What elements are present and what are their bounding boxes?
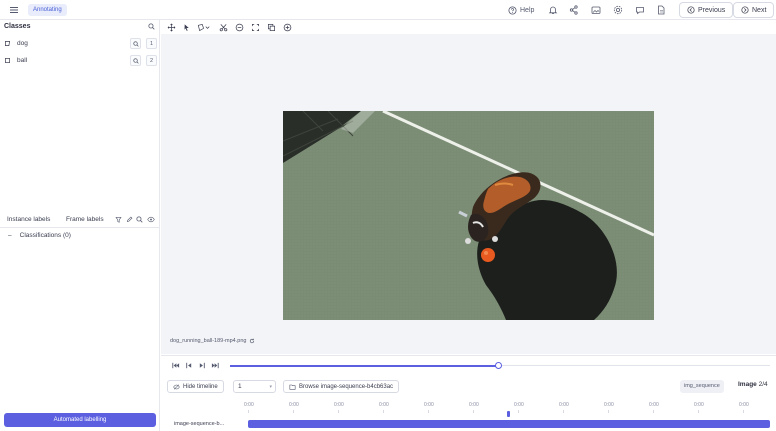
previous-frame-icon[interactable] bbox=[184, 361, 193, 370]
help-label: Help bbox=[520, 6, 535, 14]
classifications-row[interactable]: – Classifications (0) bbox=[8, 232, 71, 239]
chat-icon[interactable] bbox=[634, 4, 646, 16]
frame-image[interactable] bbox=[283, 111, 654, 320]
seek-bar-filled[interactable] bbox=[230, 365, 498, 367]
sequence-track-bar[interactable] bbox=[248, 420, 770, 428]
eye-off-icon bbox=[173, 383, 180, 390]
mode-badge[interactable]: Annotating bbox=[28, 4, 67, 16]
zoom-in-icon[interactable] bbox=[283, 23, 292, 32]
timeline-tick-mark bbox=[518, 410, 519, 413]
seek-handle[interactable] bbox=[495, 362, 502, 369]
seek-bar-track[interactable] bbox=[498, 365, 770, 366]
search-icon[interactable] bbox=[130, 55, 141, 66]
pencil-icon[interactable] bbox=[126, 216, 133, 223]
hide-timeline-button[interactable]: Hide timeline bbox=[167, 380, 224, 393]
timeline-tick-mark bbox=[698, 410, 699, 413]
timeline-tick-label: 0:00 bbox=[559, 402, 569, 408]
class-label: dog bbox=[17, 39, 28, 47]
timeline-tick-mark bbox=[653, 410, 654, 413]
fit-screen-icon[interactable] bbox=[251, 23, 260, 32]
bounding-box-icon bbox=[5, 57, 10, 63]
hotkey-badge: 2 bbox=[146, 55, 157, 66]
track-label: image-sequence-b... bbox=[174, 421, 225, 427]
folder-icon bbox=[289, 384, 296, 390]
previous-button[interactable]: Previous bbox=[679, 2, 734, 18]
timeline-tick-mark bbox=[428, 410, 429, 413]
settings-icon[interactable] bbox=[612, 4, 624, 16]
timeline-tick-label: 0:00 bbox=[739, 402, 749, 408]
filename-text: dog_running_ball-189-mp4.png bbox=[170, 338, 247, 344]
tab-frame-labels[interactable]: Frame labels bbox=[66, 216, 104, 223]
polygon-tool-icon[interactable] bbox=[197, 23, 211, 32]
timeline-current-marker[interactable] bbox=[507, 411, 510, 417]
timeline-tick-mark bbox=[473, 410, 474, 413]
timeline-tick-label: 0:00 bbox=[424, 402, 434, 408]
classifications-label: Classifications (0) bbox=[19, 232, 71, 239]
timeline-tick-label: 0:00 bbox=[379, 402, 389, 408]
timeline-tick-label: 0:00 bbox=[244, 402, 254, 408]
classes-title: Classes bbox=[4, 23, 31, 30]
previous-label: Previous bbox=[698, 6, 726, 14]
browse-sequence-button[interactable]: Browse image-sequence-b4cb63ac bbox=[283, 380, 400, 393]
share-icon[interactable] bbox=[568, 4, 580, 16]
zoom-out-icon[interactable] bbox=[235, 23, 244, 32]
tab-instance-labels[interactable]: Instance labels bbox=[7, 216, 50, 223]
help-icon bbox=[508, 5, 517, 15]
next-label: Next bbox=[752, 6, 767, 14]
help-button[interactable]: Help bbox=[508, 4, 534, 16]
arrow-right-circle-icon bbox=[741, 6, 749, 14]
image-filename: dog_running_ball-189-mp4.png bbox=[170, 338, 255, 344]
timeline-tick-mark bbox=[563, 410, 564, 413]
class-label: ball bbox=[17, 56, 28, 64]
timeline-tick-mark bbox=[743, 410, 744, 413]
timeline-tick-mark bbox=[248, 410, 249, 413]
timeline-tick-mark bbox=[293, 410, 294, 413]
refresh-icon[interactable] bbox=[249, 338, 255, 344]
automated-labelling-button[interactable]: Automated labelling bbox=[4, 413, 156, 427]
timeline-tick-label: 0:00 bbox=[514, 402, 524, 408]
chevron-down-icon: ▾ bbox=[269, 384, 272, 390]
timeline-tick-label: 0:00 bbox=[334, 402, 344, 408]
polygon-icon bbox=[5, 40, 11, 46]
hotkey-badge: 1 bbox=[146, 38, 157, 49]
arrow-left-circle-icon bbox=[687, 6, 695, 14]
timeline-tick-mark bbox=[383, 410, 384, 413]
next-button[interactable]: Next bbox=[733, 2, 775, 18]
timeline-tick-mark bbox=[338, 410, 339, 413]
filter-icon[interactable] bbox=[115, 216, 122, 223]
dog-frame-picture bbox=[283, 111, 654, 320]
timeline-tick-label: 0:00 bbox=[469, 402, 479, 408]
timeline-tick-label: 0:00 bbox=[289, 402, 299, 408]
search-labels-icon[interactable] bbox=[136, 216, 143, 223]
timeline-tick-label: 0:00 bbox=[604, 402, 614, 408]
timeline-tick-label: 0:00 bbox=[649, 402, 659, 408]
image-label: Image bbox=[738, 381, 757, 388]
browse-label: Browse image-sequence-b4cb63ac bbox=[299, 383, 394, 390]
sequence-tag: img_sequence bbox=[680, 380, 724, 393]
hamburger-icon[interactable] bbox=[8, 4, 20, 16]
timeline-tick-mark bbox=[608, 410, 609, 413]
document-icon[interactable] bbox=[655, 4, 667, 16]
collapse-toggle[interactable]: – bbox=[8, 232, 12, 239]
image-counter: Image 2/4 bbox=[738, 381, 768, 388]
scissors-icon[interactable] bbox=[219, 23, 228, 32]
pointer-tool-icon[interactable] bbox=[182, 23, 191, 32]
first-frame-icon[interactable] bbox=[171, 361, 180, 370]
frame-number-select[interactable]: 1 ▾ bbox=[233, 380, 276, 393]
last-frame-icon[interactable] bbox=[211, 361, 220, 370]
next-frame-icon[interactable] bbox=[198, 361, 207, 370]
hide-timeline-label: Hide timeline bbox=[183, 383, 218, 390]
search-icon[interactable] bbox=[130, 38, 141, 49]
copy-icon[interactable] bbox=[267, 23, 276, 32]
bell-icon[interactable] bbox=[547, 4, 559, 16]
timeline-tick-label: 0:00 bbox=[694, 402, 704, 408]
search-classes-icon[interactable] bbox=[148, 23, 155, 30]
image-icon[interactable] bbox=[590, 4, 602, 16]
image-count-value: 2/4 bbox=[758, 381, 768, 388]
eye-icon[interactable] bbox=[147, 216, 155, 223]
move-tool-icon[interactable] bbox=[167, 23, 176, 32]
frame-number-value: 1 bbox=[238, 383, 242, 390]
